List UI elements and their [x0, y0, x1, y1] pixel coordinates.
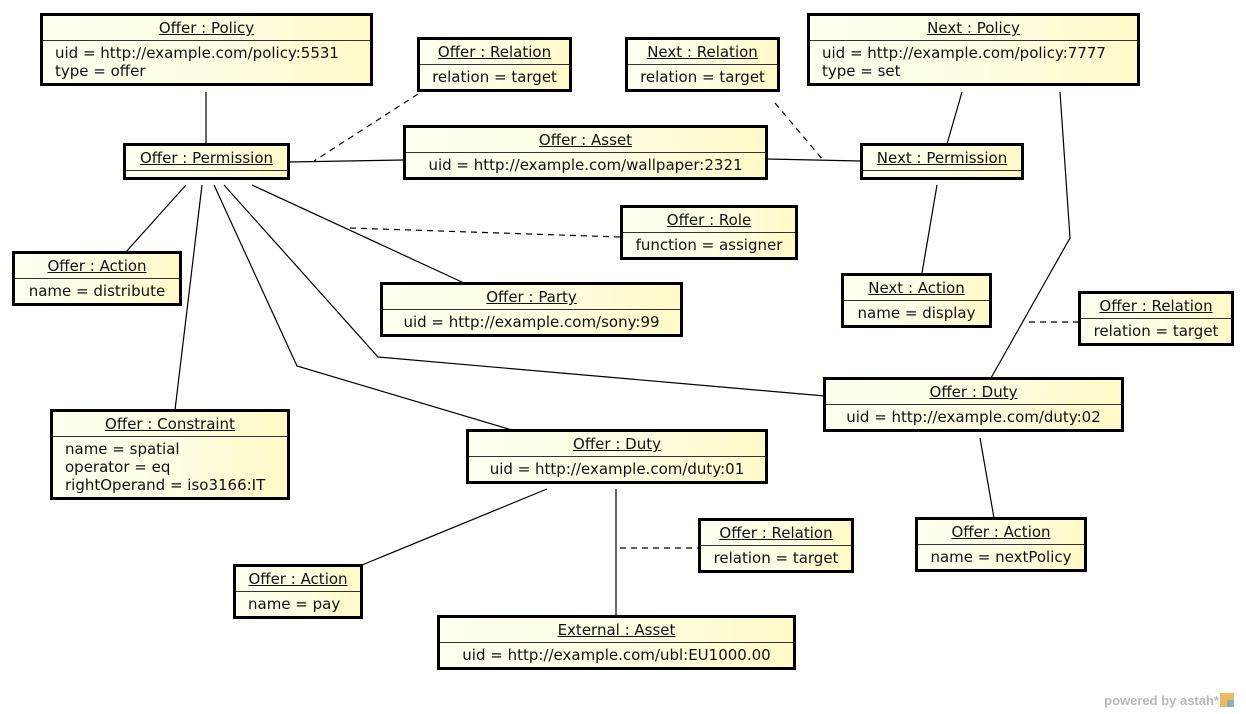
object-attribute: operator = eq: [65, 458, 171, 476]
offer-role-object[interactable]: Offer : Role function = assigner: [620, 205, 798, 260]
offer-relation-bottom-object[interactable]: Offer : Relation relation = target: [698, 518, 854, 573]
object-title: External : Asset: [440, 618, 793, 643]
next-permission-object[interactable]: Next : Permission: [860, 143, 1024, 180]
dashed-link-next-relation: [774, 102, 824, 161]
object-title: Offer : Relation: [420, 40, 569, 65]
offer-asset-object[interactable]: Offer : Asset uid = http://example.com/w…: [403, 125, 768, 180]
offer-relation-top-object[interactable]: Offer : Relation relation = target: [417, 37, 572, 92]
next-policy-object[interactable]: Next : Policy uid = http://example.com/p…: [807, 13, 1140, 86]
link-asset-next-permission: [766, 158, 862, 162]
link-duty01-action-pay: [361, 488, 548, 566]
powered-by-watermark: powered by astah*: [1104, 693, 1234, 708]
object-title: Offer : Action: [236, 567, 360, 592]
object-title: Offer : Permission: [126, 146, 287, 171]
object-title: Offer : Relation: [701, 521, 851, 546]
object-title: Offer : Duty: [469, 432, 765, 457]
link-duty02-action-next-policy: [979, 437, 995, 519]
object-title: Offer : Relation: [1081, 294, 1231, 319]
external-asset-object[interactable]: External : Asset uid = http://example.co…: [437, 615, 796, 670]
watermark-text: powered by astah*: [1104, 693, 1219, 708]
object-attribute: uid = http://example.com/wallpaper:2321: [428, 156, 743, 174]
object-title: Offer : Action: [15, 254, 179, 279]
object-title: Next : Policy: [810, 16, 1137, 41]
offer-party-object[interactable]: Offer : Party uid = http://example.com/s…: [380, 282, 683, 337]
object-attribute: relation = target: [640, 68, 765, 86]
object-title: Offer : Policy: [43, 16, 370, 41]
offer-duty-02-object[interactable]: Offer : Duty uid = http://example.com/du…: [823, 377, 1124, 432]
offer-action-next-policy-object[interactable]: Offer : Action name = nextPolicy: [915, 517, 1087, 572]
offer-relation-right-object[interactable]: Offer : Relation relation = target: [1078, 291, 1234, 346]
object-title: Offer : Party: [383, 285, 680, 310]
object-attribute: type = set: [822, 62, 901, 80]
offer-constraint-object[interactable]: Offer : Constraint name = spatial operat…: [50, 409, 290, 500]
link-next-policy-next-permission: [946, 91, 963, 145]
object-attribute: type = offer: [55, 62, 146, 80]
object-attribute: name = display: [857, 304, 976, 322]
object-attribute: uid = http://example.com/ubl:EU1000.00: [462, 646, 771, 664]
object-attribute: uid = http://example.com/policy:7777: [822, 44, 1106, 62]
offer-action-pay-object[interactable]: Offer : Action name = pay: [233, 564, 363, 619]
object-attribute: relation = target: [713, 549, 839, 567]
dashed-link-role: [349, 227, 621, 238]
object-attribute: uid = http://example.com/duty:01: [489, 460, 745, 478]
object-attribute: name = distribute: [28, 282, 166, 300]
offer-action-distribute-object[interactable]: Offer : Action name = distribute: [12, 251, 182, 306]
object-attribute: name = nextPolicy: [930, 548, 1072, 566]
object-attribute: relation = target: [1093, 322, 1219, 340]
link-permission-party: [251, 184, 465, 284]
association-lines: [124, 91, 1079, 617]
object-title: Offer : Action: [918, 520, 1084, 545]
object-attribute: function = assigner: [635, 236, 783, 254]
object-title: Next : Action: [844, 276, 989, 301]
offer-permission-object[interactable]: Offer : Permission: [123, 143, 290, 180]
object-title: Next : Relation: [628, 40, 777, 65]
next-action-object[interactable]: Next : Action name = display: [841, 273, 992, 328]
object-title: Offer : Constraint: [53, 412, 287, 437]
offer-duty-01-object[interactable]: Offer : Duty uid = http://example.com/du…: [466, 429, 768, 484]
object-title: Offer : Role: [623, 208, 795, 233]
object-title: Offer : Duty: [826, 380, 1121, 405]
link-permission-action-distribute: [124, 184, 187, 254]
next-relation-object[interactable]: Next : Relation relation = target: [625, 37, 780, 92]
object-attribute: uid = http://example.com/sony:99: [403, 313, 660, 331]
link-permission-asset: [288, 159, 405, 163]
object-attribute: rightOperand = iso3166:IT: [65, 476, 266, 494]
object-attribute: uid = http://example.com/duty:02: [846, 408, 1101, 426]
astah-logo-icon: [1220, 693, 1234, 707]
object-attribute: name = spatial: [65, 440, 180, 458]
object-attribute: uid = http://example.com/policy:5531: [55, 44, 339, 62]
offer-policy-object[interactable]: Offer : Policy uid = http://example.com/…: [40, 13, 373, 86]
object-attribute: relation = target: [432, 68, 557, 86]
object-title: Offer : Asset: [406, 128, 765, 153]
link-next-permission-next-action: [921, 184, 938, 274]
object-title: Next : Permission: [863, 146, 1021, 171]
object-attribute: name = pay: [248, 595, 341, 613]
link-next-policy-duty02: [990, 91, 1071, 379]
